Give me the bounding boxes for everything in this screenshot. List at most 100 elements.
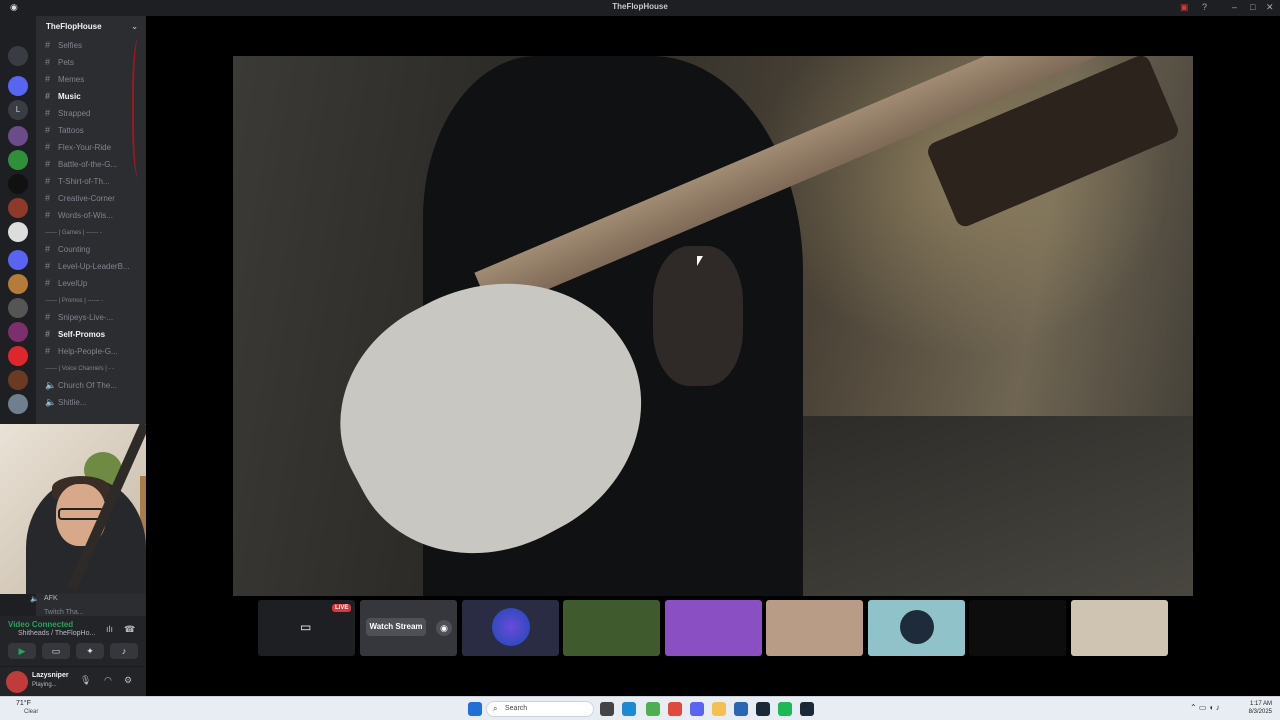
voice-channel-label: Twitch Tha... [44,609,84,616]
channel-item[interactable]: # Self-Promos [36,327,146,344]
participant-tile[interactable] [868,600,965,656]
participant-tile[interactable] [969,600,1066,656]
channel-item[interactable]: 🔈 Shitlie... [36,395,146,412]
system-tray-icons[interactable]: ⌃ ▭ ◖ ♪ [1190,703,1220,712]
clock[interactable]: 1:17 AM 8/3/2025 [1249,700,1272,716]
headphones-icon[interactable]: ◠ [104,675,112,686]
activity-button[interactable]: ✦ [76,643,104,659]
channel-item[interactable]: 🔈 Church Of The... [36,378,146,395]
category-voice[interactable]: ------ | Voice Channels | - - [36,361,146,378]
channel-item[interactable]: # Help-People-G... [36,344,146,361]
channel-item[interactable]: # Counting [36,242,146,259]
server-icon[interactable] [8,198,28,218]
server-icon[interactable] [8,250,28,270]
hash-icon: # [45,210,51,220]
server-icon[interactable] [8,394,28,414]
server-icon[interactable] [8,76,28,96]
mouse-cursor-icon [697,256,703,266]
voice-channel-path[interactable]: Shitheads / TheFlopHo... [18,630,95,637]
server-icon[interactable] [8,46,28,66]
hash-icon: # [45,159,51,169]
microphone-icon[interactable]: 🎙 [80,675,91,686]
discord-icon[interactable] [690,702,704,716]
server-icon[interactable] [8,298,28,318]
maximize-icon[interactable]: □ [1250,2,1255,12]
fretting-hand [653,246,743,386]
close-icon[interactable]: ✕ [1266,2,1274,13]
category-promos[interactable]: ------ | Promos | ------ - [36,293,146,310]
app-icon[interactable] [734,702,748,716]
participant-tile[interactable] [1071,600,1168,656]
windows-start-icon[interactable] [468,702,482,716]
channel-label: Snipeys-Live-... [58,313,114,322]
server-icon[interactable] [8,126,28,146]
participant-tile[interactable] [766,600,863,656]
soundboard-button[interactable]: ♪ [110,643,138,659]
server-icon[interactable] [8,174,28,194]
channel-item[interactable]: # LevelUp [36,276,146,293]
gear-icon[interactable]: ⚙ [124,675,132,686]
inbox-icon[interactable]: ▣ [1180,2,1189,13]
channel-item[interactable]: # Pets [36,55,146,72]
server-icon[interactable] [8,150,28,170]
chrome-icon[interactable] [646,702,660,716]
steam-client-icon[interactable] [800,702,814,716]
channel-item[interactable]: # Level-Up-LeaderB... [36,259,146,276]
user-status: Playing... [32,682,57,688]
channel-item[interactable]: # Tattoos [36,123,146,140]
user-panel: Lazysniper Playing... 🎙 ◠ ⚙ [0,666,146,696]
channel-item[interactable]: # Battle-of-the-G... [36,157,146,174]
view-icon[interactable]: ◉ [436,620,452,636]
server-icon[interactable] [8,370,28,390]
task-view-icon[interactable] [600,702,614,716]
hash-icon: # [45,193,51,203]
spotify-icon[interactable] [778,702,792,716]
file-explorer-icon[interactable] [712,702,726,716]
channel-item[interactable]: # Strapped [36,106,146,123]
server-logo-icon [492,608,530,646]
voice-connected-status: Video Connected [8,620,74,629]
server-icon[interactable] [8,274,28,294]
minimize-icon[interactable]: – [1232,2,1237,12]
weather-desc: Clear [24,709,39,715]
participant-tile[interactable] [462,600,559,656]
stream-video[interactable] [233,56,1193,596]
signal-icon[interactable]: ılı [106,624,113,634]
edge-icon[interactable] [622,702,636,716]
username[interactable]: Lazysniper [32,672,69,679]
channel-item[interactable]: # Flex-Your-Ride [36,140,146,157]
channel-item[interactable]: # Words-of-Wis... [36,208,146,225]
channel-label: Battle-of-the-G... [58,160,118,169]
weather-temp[interactable]: 71°F [16,700,31,707]
participant-tile[interactable] [563,600,660,656]
server-icon[interactable] [8,322,28,342]
category-games[interactable]: ------ | Games | ------ - [36,225,146,242]
help-icon[interactable]: ? [1202,2,1207,12]
window-title: TheFlopHouse [612,2,668,11]
steam-icon[interactable] [756,702,770,716]
channel-item[interactable]: # Memes [36,72,146,89]
channel-item[interactable]: # Selfies [36,38,146,55]
watch-stream-button[interactable]: Watch Stream [366,618,426,636]
app-icon[interactable] [668,702,682,716]
server-icon[interactable] [8,222,28,242]
server-header[interactable]: TheFlopHouse ⌄ [36,16,146,38]
voice-status-panel: Video Connected Shitheads / TheFlopHo...… [0,616,146,666]
channel-item[interactable]: # Snipeys-Live-... [36,310,146,327]
camera-button[interactable]: ▶ [8,643,36,659]
hash-icon: # [45,74,51,84]
hash-icon: # [45,40,51,50]
hash-icon: # [45,91,51,101]
channel-label: T-Shirt-of-Th... [58,177,110,186]
search-box[interactable]: ⌕ Search [486,701,594,717]
channel-item[interactable]: # Music [36,89,146,106]
server-icon[interactable]: L [8,100,28,120]
avatar[interactable] [6,671,28,693]
screen-share-button[interactable]: ▭ [42,643,70,659]
server-icon[interactable] [8,346,28,366]
participant-tile[interactable] [665,600,762,656]
hash-icon: # [45,278,51,288]
channel-item[interactable]: # Creative-Corner [36,191,146,208]
disconnect-icon[interactable]: ☎ [124,624,135,635]
channel-item[interactable]: # T-Shirt-of-Th... [36,174,146,191]
